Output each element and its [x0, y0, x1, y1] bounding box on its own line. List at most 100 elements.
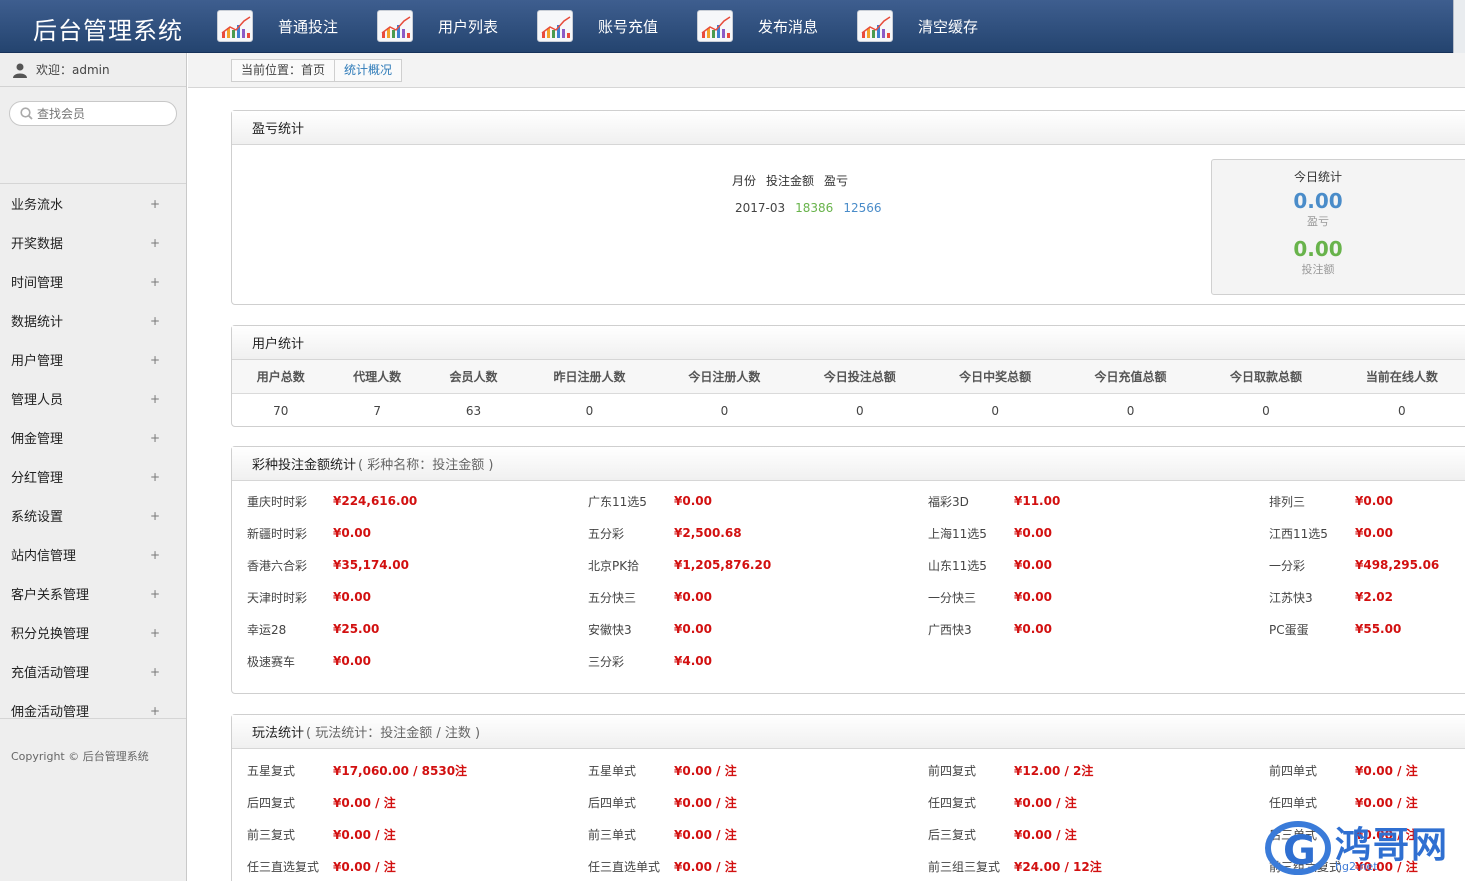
stat-value: ¥0.00 / 注	[1355, 795, 1418, 810]
stat-name: 后三复式	[928, 827, 977, 842]
play-stat-item: 前三单式 ¥0.00 / 注	[588, 824, 737, 844]
sidebar-menu-item[interactable]: 分红管理 +	[0, 457, 186, 496]
stat-value: ¥0.00	[1014, 622, 1052, 636]
chart-icon	[217, 10, 253, 42]
sidebar-menu-item[interactable]: 时间管理 +	[0, 262, 186, 301]
user-stats-value-cell: 0	[991, 404, 999, 418]
chart-icon	[857, 10, 893, 42]
stat-value: ¥0.00	[1014, 590, 1052, 604]
sidebar-menu-item[interactable]: 用户管理 +	[0, 340, 186, 379]
nav-item-normal-bet[interactable]: 普通投注	[217, 8, 377, 44]
stat-value: ¥0.00	[674, 590, 712, 604]
expand-icon: +	[149, 703, 160, 718]
stat-value: ¥4.00	[674, 654, 712, 668]
lottery-panel: 彩种投注金额统计 ( 彩种名称：投注金额 ) 重庆时时彩 ¥224,616.00 新…	[231, 446, 1465, 694]
stat-value: ¥0.00	[1014, 526, 1052, 540]
user-stats-header-cell: 今日中奖总额	[959, 370, 1032, 384]
expand-icon: +	[149, 508, 160, 523]
stat-name: 任三直选复式	[247, 859, 320, 874]
stat-value: ¥55.00	[1355, 622, 1402, 636]
user-stats-header-cell: 当前在线人数	[1365, 370, 1438, 384]
sidebar-menu-item[interactable]: 佣金管理 +	[0, 418, 186, 457]
play-stat-item: 前四复式 ¥12.00 / 2注	[928, 760, 1093, 780]
lottery-stat-item: 上海11选5 ¥0.00	[928, 523, 1052, 543]
sidebar-menu-item[interactable]: 开奖数据 +	[0, 223, 186, 262]
today-profit-label: 盈亏	[1307, 215, 1329, 228]
lottery-stat-item: 排列三 ¥0.00	[1269, 491, 1393, 511]
stat-value: ¥2.02	[1355, 590, 1393, 604]
welcome-bar: 欢迎：admin	[0, 53, 186, 87]
sidebar-menu-item[interactable]: 积分兑换管理 +	[0, 613, 186, 652]
nav-item-publish-message[interactable]: 发布消息	[697, 8, 857, 44]
stat-value: ¥0.00 / 注	[1014, 827, 1077, 842]
stat-value: ¥0.00 / 注	[674, 795, 737, 810]
profit-panel: 盈亏统计 月份 投注金额 盈亏 2017-03 18386 12566 今日统计…	[231, 110, 1465, 305]
today-stats-box: 今日统计 0.00 盈亏 0.00 投注额	[1211, 159, 1465, 295]
stat-name: 前三组三复式	[928, 859, 1001, 874]
stat-value: ¥0.00 / 注	[674, 859, 737, 874]
stat-value: ¥0.00 / 注	[333, 859, 396, 874]
stat-name: 福彩3D	[928, 494, 969, 509]
sidebar-menu-item[interactable]: 业务流水 +	[0, 184, 186, 223]
stat-name: 上海11选5	[928, 526, 987, 541]
copyright: Copyright © 后台管理系统	[11, 750, 149, 763]
sidebar-menu-label: 开奖数据	[11, 237, 64, 252]
sidebar-menu-item[interactable]: 客户关系管理 +	[0, 574, 186, 613]
sidebar-menu-item[interactable]: 站内信管理 +	[0, 535, 186, 574]
stat-value: ¥0.00	[1014, 558, 1052, 572]
sidebar-menu-label: 时间管理	[11, 276, 64, 291]
stat-value: ¥0.00 / 注	[1355, 763, 1418, 778]
panel-title: 用户统计	[232, 326, 1465, 360]
nav-item-clear-cache[interactable]: 清空缓存	[857, 8, 1017, 44]
plays-subtitle: ( 玩法统计：投注金额 / 注数 )	[306, 726, 481, 741]
lottery-stat-item: 三分彩 ¥4.00	[588, 651, 712, 671]
play-stat-item: 任四单式 ¥0.00 / 注	[1269, 792, 1418, 812]
lottery-stat-item: 天津时时彩 ¥0.00	[247, 587, 371, 607]
user-stats-value-cell: 0	[1262, 404, 1270, 418]
expand-icon: +	[149, 235, 160, 250]
lottery-stat-item: 新疆时时彩 ¥0.00	[247, 523, 371, 543]
sidebar-menu-item[interactable]: 系统设置 +	[0, 496, 186, 535]
play-stat-item: 后三复式 ¥0.00 / 注	[928, 824, 1077, 844]
breadcrumb-home[interactable]: 当前位置：首页	[232, 60, 336, 81]
user-stats-header-cell: 代理人数	[353, 370, 402, 384]
sidebar-menu-label: 管理人员	[11, 393, 64, 408]
lottery-title: 彩种投注金额统计	[252, 458, 357, 473]
lottery-stat-item: 山东11选5 ¥0.00	[928, 555, 1052, 575]
stat-name: 前四单式	[1269, 763, 1318, 778]
lottery-stat-item: 极速赛车 ¥0.00	[247, 651, 371, 671]
nav-item-recharge[interactable]: 账号充值	[537, 8, 697, 44]
stat-name: 一分彩	[1269, 558, 1306, 573]
sidebar-menu-item[interactable]: 数据统计 +	[0, 301, 186, 340]
user-stats-header-cell: 今日充值总额	[1094, 370, 1167, 384]
profit-title: 盈亏统计	[252, 122, 305, 137]
stat-name: 香港六合彩	[247, 558, 308, 573]
play-stat-item: 任三直选单式 ¥0.00 / 注	[588, 856, 737, 876]
stat-name: 任四复式	[928, 795, 977, 810]
sidebar-menu-item[interactable]: 管理人员 +	[0, 379, 186, 418]
stat-value: ¥224,616.00	[333, 494, 418, 508]
col-profit: 盈亏	[824, 173, 849, 188]
stat-name: 五分彩	[588, 526, 625, 541]
nav-item-user-list[interactable]: 用户列表	[377, 8, 537, 44]
sidebar-menu-item[interactable]: 佣金活动管理 +	[0, 691, 186, 730]
search-member-input[interactable]	[37, 106, 167, 121]
user-stats-header-cell: 昨日注册人数	[553, 370, 626, 384]
lottery-subtitle: ( 彩种名称：投注金额 )	[358, 458, 494, 473]
stat-name: 后四单式	[588, 795, 637, 810]
stat-value: ¥24.00 / 12注	[1014, 859, 1102, 874]
stat-value: ¥0.00	[1355, 526, 1393, 540]
stat-name: 北京PK拾	[588, 558, 640, 573]
play-stat-item: 五星单式 ¥0.00 / 注	[588, 760, 737, 780]
lottery-stat-item: 五分快三 ¥0.00	[588, 587, 712, 607]
expand-icon: +	[149, 274, 160, 289]
stat-name: 前四复式	[928, 763, 977, 778]
sidebar-menu-item[interactable]: 充值活动管理 +	[0, 652, 186, 691]
user-stats-value-cell: 0	[720, 404, 729, 418]
today-profit-value: 0.00	[1293, 189, 1343, 213]
lottery-stat-item: 江苏快3 ¥2.02	[1269, 587, 1393, 607]
stat-name: 极速赛车	[247, 654, 296, 669]
search-box	[9, 101, 177, 126]
panel-title: 玩法统计 ( 玩法统计：投注金额 / 注数 )	[232, 715, 1465, 749]
lottery-stat-item: 北京PK拾 ¥1,205,876.20	[588, 555, 771, 575]
